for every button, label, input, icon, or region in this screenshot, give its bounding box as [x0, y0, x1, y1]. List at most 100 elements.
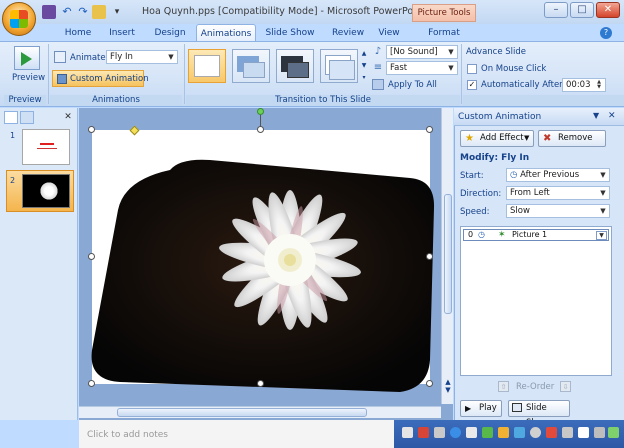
fly-in-effect-icon: ✶ — [498, 230, 506, 240]
transition-speed-dropdown[interactable]: Fast ▼ — [386, 61, 458, 75]
chevron-down-icon: ▼ — [524, 134, 530, 142]
start-dropdown[interactable]: ◷ After Previous ▼ — [506, 168, 610, 182]
selection-handle[interactable] — [426, 380, 433, 387]
ribbon-separator — [461, 44, 462, 104]
pane-options-icon[interactable]: ▼ — [593, 111, 599, 120]
selection-handle[interactable] — [88, 380, 95, 387]
selection-handle[interactable] — [257, 126, 264, 133]
tray-icon[interactable] — [562, 427, 573, 438]
chevron-down-icon: ▼ — [600, 171, 606, 179]
chevron-down-icon: ▼ — [600, 189, 606, 197]
help-icon[interactable]: ? — [600, 27, 612, 39]
selection-handle[interactable] — [426, 253, 433, 260]
tab-view[interactable]: View — [372, 24, 406, 42]
tray-icon[interactable] — [498, 427, 509, 438]
transition-sound-icon: ♪ — [374, 46, 382, 57]
office-button[interactable] — [2, 2, 36, 36]
on-mouse-click-checkbox[interactable] — [467, 64, 477, 74]
transition-none-thumb[interactable] — [188, 49, 226, 83]
selection-handle[interactable] — [426, 126, 433, 133]
vertical-scroll-thumb[interactable] — [444, 194, 452, 314]
selection-handle[interactable] — [88, 253, 95, 260]
transition-cut-thumb[interactable] — [320, 49, 358, 83]
remove-button[interactable]: ✖ Remove — [538, 130, 606, 147]
close-icon[interactable]: ✕ — [62, 111, 74, 124]
undo-icon[interactable]: ↶ — [60, 5, 74, 19]
tray-icon[interactable] — [418, 427, 429, 438]
slides-tab-icon[interactable] — [4, 111, 18, 124]
close-icon[interactable]: ✕ — [608, 111, 616, 121]
tray-icon[interactable] — [466, 427, 477, 438]
preview-button[interactable]: Preview — [12, 73, 45, 83]
tray-icon[interactable] — [578, 427, 589, 438]
prev-next-slide-icon[interactable]: ▲ ▼ — [443, 378, 453, 394]
animate-icon — [54, 51, 66, 63]
start-label: Start: — [460, 171, 484, 181]
animation-item-name: Picture 1 — [512, 230, 548, 239]
tab-animations[interactable]: Animations — [196, 24, 256, 42]
transition-gallery-scroll[interactable]: ▲ ▼ ▾ — [360, 48, 368, 86]
transition-fade-black-thumb[interactable] — [276, 49, 314, 83]
advance-time-spinner[interactable]: 00:03 ▲ ▼ — [562, 78, 606, 92]
animate-dropdown[interactable]: Fly In ▼ — [106, 50, 178, 64]
play-button[interactable]: ▶ Play — [460, 400, 502, 417]
tray-icon[interactable] — [514, 427, 525, 438]
maximize-button[interactable]: □ — [570, 2, 594, 18]
save-icon[interactable] — [42, 5, 56, 19]
custom-animation-title: Custom Animation — [458, 112, 542, 122]
picture-tools-label: Picture Tools — [412, 4, 476, 22]
reorder-up-icon[interactable]: ⇧ — [498, 381, 509, 392]
custom-animation-button[interactable]: Custom Animation — [52, 70, 149, 87]
speed-label: Speed: — [460, 207, 490, 217]
tray-icon[interactable] — [546, 427, 557, 438]
transition-sound-value: [No Sound] — [390, 47, 438, 57]
tab-home[interactable]: Home — [58, 24, 98, 42]
minimize-button[interactable]: – — [544, 2, 568, 18]
tray-icon[interactable] — [450, 427, 461, 438]
transition-fade-smoothly-thumb[interactable] — [232, 49, 270, 83]
vertical-scrollbar[interactable]: ▲ ▼ — [441, 108, 453, 404]
tab-review[interactable]: Review — [326, 24, 370, 42]
chevron-down-icon[interactable]: ▼ — [596, 231, 607, 240]
clock-icon: ◷ — [510, 170, 521, 180]
redo-icon[interactable]: ↷ — [76, 5, 90, 19]
slide-thumbnail-1[interactable] — [22, 129, 70, 165]
add-effect-label: Add Effect — [480, 133, 524, 143]
add-effect-button[interactable]: ★ Add Effect ▼ — [460, 130, 534, 147]
horizontal-scroll-thumb[interactable] — [117, 408, 367, 417]
speed-dropdown[interactable]: Slow ▼ — [506, 204, 610, 218]
direction-dropdown[interactable]: From Left ▼ — [506, 186, 610, 200]
apply-to-all-button[interactable]: Apply To All — [388, 80, 437, 90]
close-button[interactable]: ✕ — [596, 2, 620, 18]
animation-list-item[interactable]: 0 ◷ ✶ Picture 1 ▼ — [463, 229, 609, 241]
automatically-after-checkbox[interactable]: ✓ — [467, 80, 477, 90]
transition-sound-dropdown[interactable]: [No Sound] ▼ — [386, 45, 458, 59]
tray-icon[interactable] — [608, 427, 619, 438]
slide-show-button[interactable]: Slide Show — [508, 400, 570, 428]
tab-design[interactable]: Design — [148, 24, 192, 42]
tray-icon[interactable] — [530, 427, 541, 438]
selection-handle[interactable] — [257, 380, 264, 387]
tray-icon[interactable] — [402, 427, 413, 438]
horizontal-scrollbar[interactable] — [79, 406, 441, 418]
advance-group-label — [463, 95, 624, 106]
preview-group-label: Preview — [4, 95, 46, 106]
qat-customize-icon[interactable]: ▾ — [110, 5, 124, 19]
reorder-down-icon[interactable]: ⇩ — [560, 381, 571, 392]
tab-slide-show[interactable]: Slide Show — [262, 24, 318, 42]
ribbon-separator — [184, 44, 185, 104]
automatically-after-label: Automatically After: — [481, 80, 566, 90]
slide-show-icon — [512, 403, 522, 412]
animation-list[interactable] — [460, 226, 612, 376]
tray-icon[interactable] — [434, 427, 445, 438]
preview-icon[interactable] — [14, 46, 40, 70]
selection-handle[interactable] — [88, 126, 95, 133]
outline-tab-icon[interactable] — [20, 111, 34, 124]
rotation-handle[interactable] — [257, 108, 264, 115]
tab-format[interactable]: Format — [420, 24, 468, 42]
tray-icon[interactable] — [594, 427, 605, 438]
tray-icon[interactable] — [482, 427, 493, 438]
open-folder-icon[interactable] — [92, 5, 106, 19]
slide-thumbnail-2[interactable] — [22, 174, 70, 208]
tab-insert[interactable]: Insert — [102, 24, 142, 42]
